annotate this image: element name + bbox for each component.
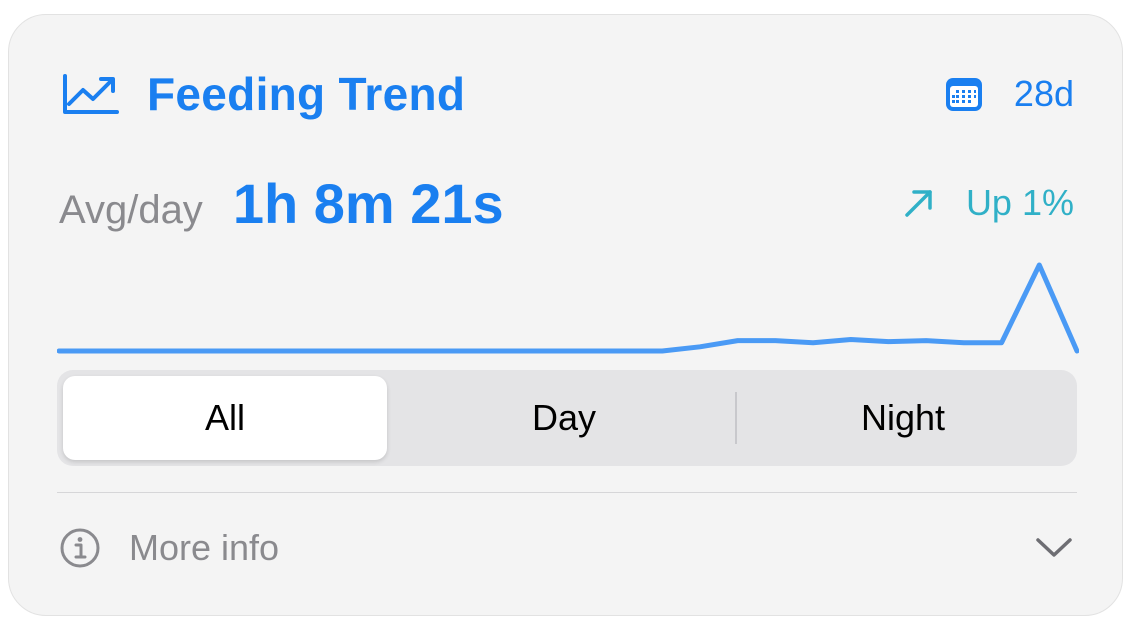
- more-info-group: More info: [59, 527, 279, 569]
- info-circle-icon: [60, 528, 100, 568]
- segment-all[interactable]: All: [63, 376, 387, 460]
- divider: [57, 492, 1077, 493]
- change-label: Up 1%: [965, 182, 1074, 223]
- title-group: Feeding Trend: [61, 67, 465, 121]
- more-info-row[interactable]: More info: [59, 521, 1074, 575]
- stats-row: Avg/day 1h 8m 21s Up 1%: [59, 167, 1074, 239]
- range-label: 28d: [1013, 73, 1074, 114]
- sparkline-line: [57, 262, 1079, 354]
- average-group: Avg/day 1h 8m 21s: [59, 171, 504, 236]
- card-header: Feeding Trend 28d: [61, 65, 1074, 123]
- segment-day[interactable]: Day: [393, 376, 735, 460]
- change-indicator: Up 1%: [902, 182, 1074, 224]
- segment-night[interactable]: Night: [735, 376, 1071, 460]
- time-of-day-segmented-control: All Day Night: [57, 370, 1077, 466]
- arrow-up-right-icon: [905, 190, 932, 217]
- chart-line-uptrend-icon: [63, 74, 119, 114]
- trend-sparkline: [57, 262, 1079, 354]
- chevron-down-icon[interactable]: [1034, 536, 1074, 560]
- avg-label: Avg/day: [59, 187, 203, 232]
- card-title: Feeding Trend: [147, 68, 466, 120]
- calendar-icon: [945, 78, 982, 111]
- feeding-trend-card: Feeding Trend 28d Avg/day 1h 8m 21s Up 1…: [8, 14, 1123, 616]
- avg-value: 1h 8m 21s: [232, 171, 504, 235]
- more-info-label: More info: [129, 527, 280, 568]
- range-selector[interactable]: 28d: [944, 73, 1074, 115]
